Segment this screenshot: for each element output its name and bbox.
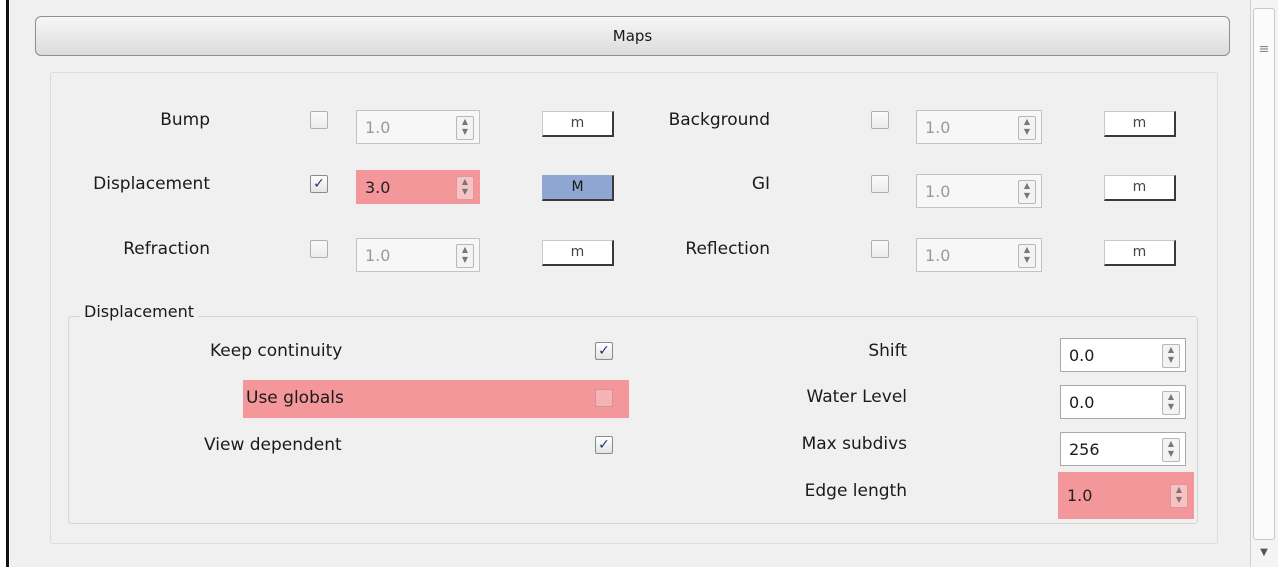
spinner-arrows-icon[interactable]: ▲ ▼ bbox=[1162, 438, 1180, 462]
maps-rollout-header[interactable]: Maps bbox=[35, 16, 1230, 56]
edge-length-value[interactable]: 1.0 bbox=[1067, 484, 1092, 508]
edge-length-spinner[interactable]: 1.0 ▲ ▼ bbox=[1058, 472, 1194, 519]
spinner-arrows-icon[interactable]: ▲ ▼ bbox=[1018, 244, 1036, 268]
view-dependent-label: View dependent bbox=[204, 435, 342, 455]
spinner-arrows-icon[interactable]: ▲ ▼ bbox=[1018, 116, 1036, 140]
edge-length-label: Edge length bbox=[804, 481, 907, 501]
displacement-value[interactable]: 3.0 bbox=[365, 176, 390, 200]
gi-value[interactable]: 1.0 bbox=[925, 180, 950, 204]
background-value[interactable]: 1.0 bbox=[925, 116, 950, 140]
map-label-background: Background bbox=[668, 110, 770, 130]
refraction-value[interactable]: 1.0 bbox=[365, 244, 390, 268]
map-label-bump: Bump bbox=[160, 110, 210, 130]
background-spinner[interactable]: 1.0 ▲ ▼ bbox=[916, 110, 1042, 144]
spinner-arrows-icon[interactable]: ▲ ▼ bbox=[456, 116, 474, 140]
keep-continuity-checkbox[interactable]: ✓ bbox=[595, 342, 613, 360]
gi-spinner[interactable]: 1.0 ▲ ▼ bbox=[916, 174, 1042, 208]
map-label-gi: GI bbox=[751, 174, 770, 194]
water-level-value[interactable]: 0.0 bbox=[1069, 391, 1094, 415]
bump-map-button[interactable]: m bbox=[542, 111, 614, 137]
use-globals-checkbox[interactable] bbox=[595, 389, 613, 407]
map-label-reflection: Reflection bbox=[685, 239, 770, 259]
scrollbar-thumb[interactable] bbox=[1253, 8, 1275, 540]
spinner-arrows-icon[interactable]: ▲ ▼ bbox=[1170, 484, 1188, 508]
bump-checkbox[interactable] bbox=[310, 111, 328, 129]
reflection-checkbox[interactable] bbox=[871, 240, 889, 258]
use-globals-label: Use globals bbox=[246, 388, 344, 408]
bump-value[interactable]: 1.0 bbox=[365, 116, 390, 140]
spinner-arrows-icon[interactable]: ▲ ▼ bbox=[456, 244, 474, 268]
refraction-checkbox[interactable] bbox=[310, 240, 328, 258]
refraction-map-button[interactable]: m bbox=[542, 240, 614, 266]
displacement-group-title: Displacement bbox=[80, 302, 198, 321]
shift-spinner[interactable]: 0.0 ▲ ▼ bbox=[1060, 338, 1186, 372]
background-map-button[interactable]: m bbox=[1104, 111, 1176, 137]
displacement-map-button[interactable]: M bbox=[542, 175, 614, 201]
view-dependent-checkbox[interactable]: ✓ bbox=[595, 436, 613, 454]
reflection-map-button[interactable]: m bbox=[1104, 240, 1176, 266]
spinner-arrows-icon[interactable]: ▲ ▼ bbox=[456, 176, 474, 200]
scroll-grip-icon: ≡ bbox=[1258, 42, 1270, 57]
reflection-value[interactable]: 1.0 bbox=[925, 244, 950, 268]
scroll-down-arrow-icon[interactable]: ▼ bbox=[1256, 545, 1272, 561]
background-checkbox[interactable] bbox=[871, 111, 889, 129]
spinner-arrows-icon[interactable]: ▲ ▼ bbox=[1162, 344, 1180, 368]
water-level-label: Water Level bbox=[806, 387, 907, 407]
spinner-arrows-icon[interactable]: ▲ ▼ bbox=[1018, 180, 1036, 204]
max-subdivs-spinner[interactable]: 256 ▲ ▼ bbox=[1060, 432, 1186, 466]
bump-spinner[interactable]: 1.0 ▲ ▼ bbox=[356, 110, 480, 144]
max-subdivs-value[interactable]: 256 bbox=[1069, 438, 1100, 462]
gi-map-button[interactable]: m bbox=[1104, 175, 1176, 201]
shift-value[interactable]: 0.0 bbox=[1069, 344, 1094, 368]
gi-checkbox[interactable] bbox=[871, 175, 889, 193]
refraction-spinner[interactable]: 1.0 ▲ ▼ bbox=[356, 238, 480, 272]
water-level-spinner[interactable]: 0.0 ▲ ▼ bbox=[1060, 385, 1186, 419]
spinner-arrows-icon[interactable]: ▲ ▼ bbox=[1162, 391, 1180, 415]
keep-continuity-label: Keep continuity bbox=[210, 341, 343, 361]
window-left-border bbox=[6, 0, 9, 567]
displacement-checkbox[interactable]: ✓ bbox=[310, 175, 328, 193]
displacement-spinner[interactable]: 3.0 ▲ ▼ bbox=[356, 170, 480, 204]
map-label-displacement: Displacement bbox=[93, 174, 210, 194]
reflection-spinner[interactable]: 1.0 ▲ ▼ bbox=[916, 238, 1042, 272]
shift-label: Shift bbox=[868, 341, 907, 361]
max-subdivs-label: Max subdivs bbox=[801, 434, 907, 454]
map-label-refraction: Refraction bbox=[123, 239, 210, 259]
